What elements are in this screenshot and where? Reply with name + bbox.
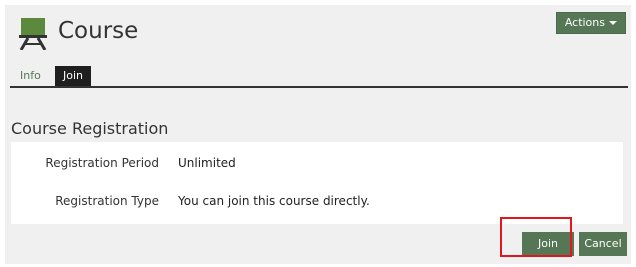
caret-down-icon bbox=[609, 21, 617, 25]
course-page: Course Actions Info Join Course Registra… bbox=[5, 5, 631, 264]
registration-type-label: Registration Type bbox=[55, 194, 159, 208]
registration-period-row: Registration Period Unlimited bbox=[11, 153, 623, 173]
registration-period-value: Unlimited bbox=[178, 156, 236, 170]
actions-label: Actions bbox=[564, 16, 605, 29]
registration-panel: Registration Period Unlimited Registrati… bbox=[11, 142, 623, 224]
registration-type-row: Registration Type You can join this cour… bbox=[11, 191, 623, 211]
tab-join[interactable]: Join bbox=[55, 66, 92, 86]
cancel-button[interactable]: Cancel bbox=[579, 232, 627, 256]
registration-type-value: You can join this course directly. bbox=[178, 194, 370, 208]
tab-info[interactable]: Info bbox=[12, 66, 49, 86]
section-title: Course Registration bbox=[11, 119, 169, 138]
page-title: Course bbox=[58, 18, 139, 44]
actions-button[interactable]: Actions bbox=[555, 12, 626, 34]
easel-icon bbox=[18, 18, 48, 51]
tab-bar: Info Join bbox=[10, 66, 628, 88]
registration-period-label: Registration Period bbox=[45, 156, 159, 170]
join-button[interactable]: Join bbox=[522, 232, 574, 256]
